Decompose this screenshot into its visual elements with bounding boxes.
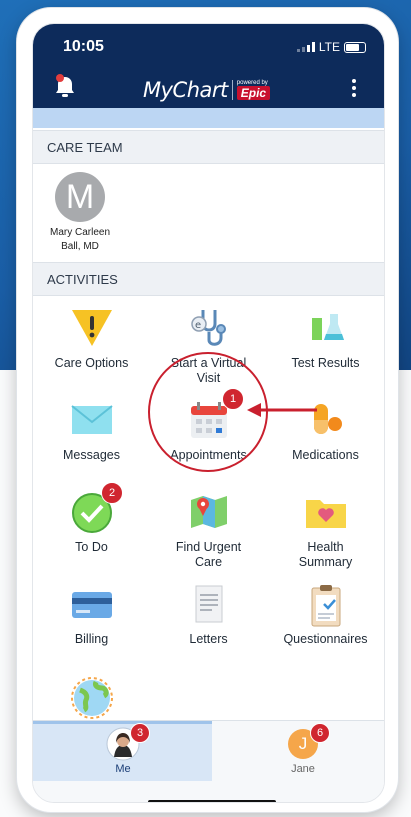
map-icon bbox=[150, 490, 267, 538]
status-indicators: LTE bbox=[296, 40, 366, 54]
activity-label: Find Urgent Care bbox=[175, 540, 242, 569]
tab-me-label: Me bbox=[115, 763, 131, 775]
activity-billing[interactable]: Billing bbox=[33, 582, 150, 647]
activity-care-options[interactable]: Care Options bbox=[33, 306, 150, 371]
activity-globe[interactable] bbox=[33, 674, 150, 722]
tab-jane-label: Jane bbox=[291, 763, 315, 775]
logo-text: MyChart bbox=[143, 78, 228, 102]
activity-label: Letters bbox=[189, 632, 228, 646]
care-team-heading: CARE TEAM bbox=[33, 130, 384, 164]
tab-me-badge: 3 bbox=[130, 723, 150, 743]
activity-label: Care Options bbox=[54, 356, 129, 370]
more-menu-icon[interactable] bbox=[352, 76, 358, 100]
activity-label: Messages bbox=[63, 448, 120, 462]
care-team-card[interactable]: M Mary Carleen Ball, MD bbox=[33, 164, 384, 262]
activity-questionnaires[interactable]: Questionnaires bbox=[267, 582, 384, 647]
flask-icon bbox=[267, 306, 384, 354]
tab-jane-badge: 6 bbox=[310, 723, 330, 743]
status-time: 10:05 bbox=[63, 38, 104, 55]
activity-find-urgent-care[interactable]: Find Urgent Care bbox=[150, 490, 267, 570]
to-do-badge: 2 bbox=[101, 482, 123, 504]
tab-me[interactable]: 3 Me bbox=[63, 723, 183, 775]
battery-icon bbox=[344, 41, 366, 53]
activity-label: To Do bbox=[75, 540, 108, 554]
activity-messages[interactable]: Messages bbox=[33, 398, 150, 463]
home-indicator bbox=[148, 800, 276, 802]
svg-text:e: e bbox=[195, 320, 201, 331]
activity-test-results[interactable]: Test Results bbox=[267, 306, 384, 371]
warning-icon bbox=[33, 306, 150, 354]
activity-label: Questionnaires bbox=[283, 632, 368, 646]
provider-name: Mary Carleen Ball, MD bbox=[49, 227, 111, 252]
stethoscope-icon: e bbox=[150, 306, 267, 354]
tab-jane[interactable]: J 6 Jane bbox=[243, 723, 363, 775]
epic-brand: Epic bbox=[236, 86, 271, 100]
app-header: 10:05 LTE MyChart powered by Epic bbox=[33, 24, 384, 108]
header-band bbox=[33, 108, 384, 128]
activity-to-do[interactable]: 2 To Do bbox=[33, 482, 150, 555]
activity-label: Billing bbox=[74, 632, 109, 646]
letter-icon bbox=[150, 582, 267, 630]
notification-bell-icon[interactable] bbox=[53, 74, 77, 100]
logo-divider bbox=[231, 80, 233, 100]
globe-icon bbox=[33, 674, 150, 722]
activity-letters[interactable]: Letters bbox=[150, 582, 267, 647]
activity-label: Health Summary bbox=[298, 540, 353, 569]
annotation-arrow-icon bbox=[247, 403, 317, 417]
clipboard-icon bbox=[267, 582, 384, 630]
activities-heading: ACTIVITIES bbox=[33, 262, 384, 296]
mychart-logo: MyChart powered by Epic bbox=[143, 78, 271, 102]
tab-bar: 3 Me J 6 Jane bbox=[33, 720, 384, 802]
envelope-icon bbox=[33, 398, 150, 446]
powered-by-epic: powered by Epic bbox=[236, 80, 271, 100]
activity-label: Test Results bbox=[291, 356, 360, 370]
activity-health-summary[interactable]: Health Summary bbox=[267, 490, 384, 570]
carrier-label: LTE bbox=[318, 40, 340, 54]
credit-card-icon bbox=[33, 582, 150, 630]
checkmark-icon: 2 bbox=[33, 482, 150, 538]
signal-icon bbox=[296, 42, 315, 52]
activity-label: Medications bbox=[292, 448, 359, 462]
folder-heart-icon bbox=[267, 490, 384, 538]
provider-avatar[interactable]: M bbox=[55, 172, 105, 222]
